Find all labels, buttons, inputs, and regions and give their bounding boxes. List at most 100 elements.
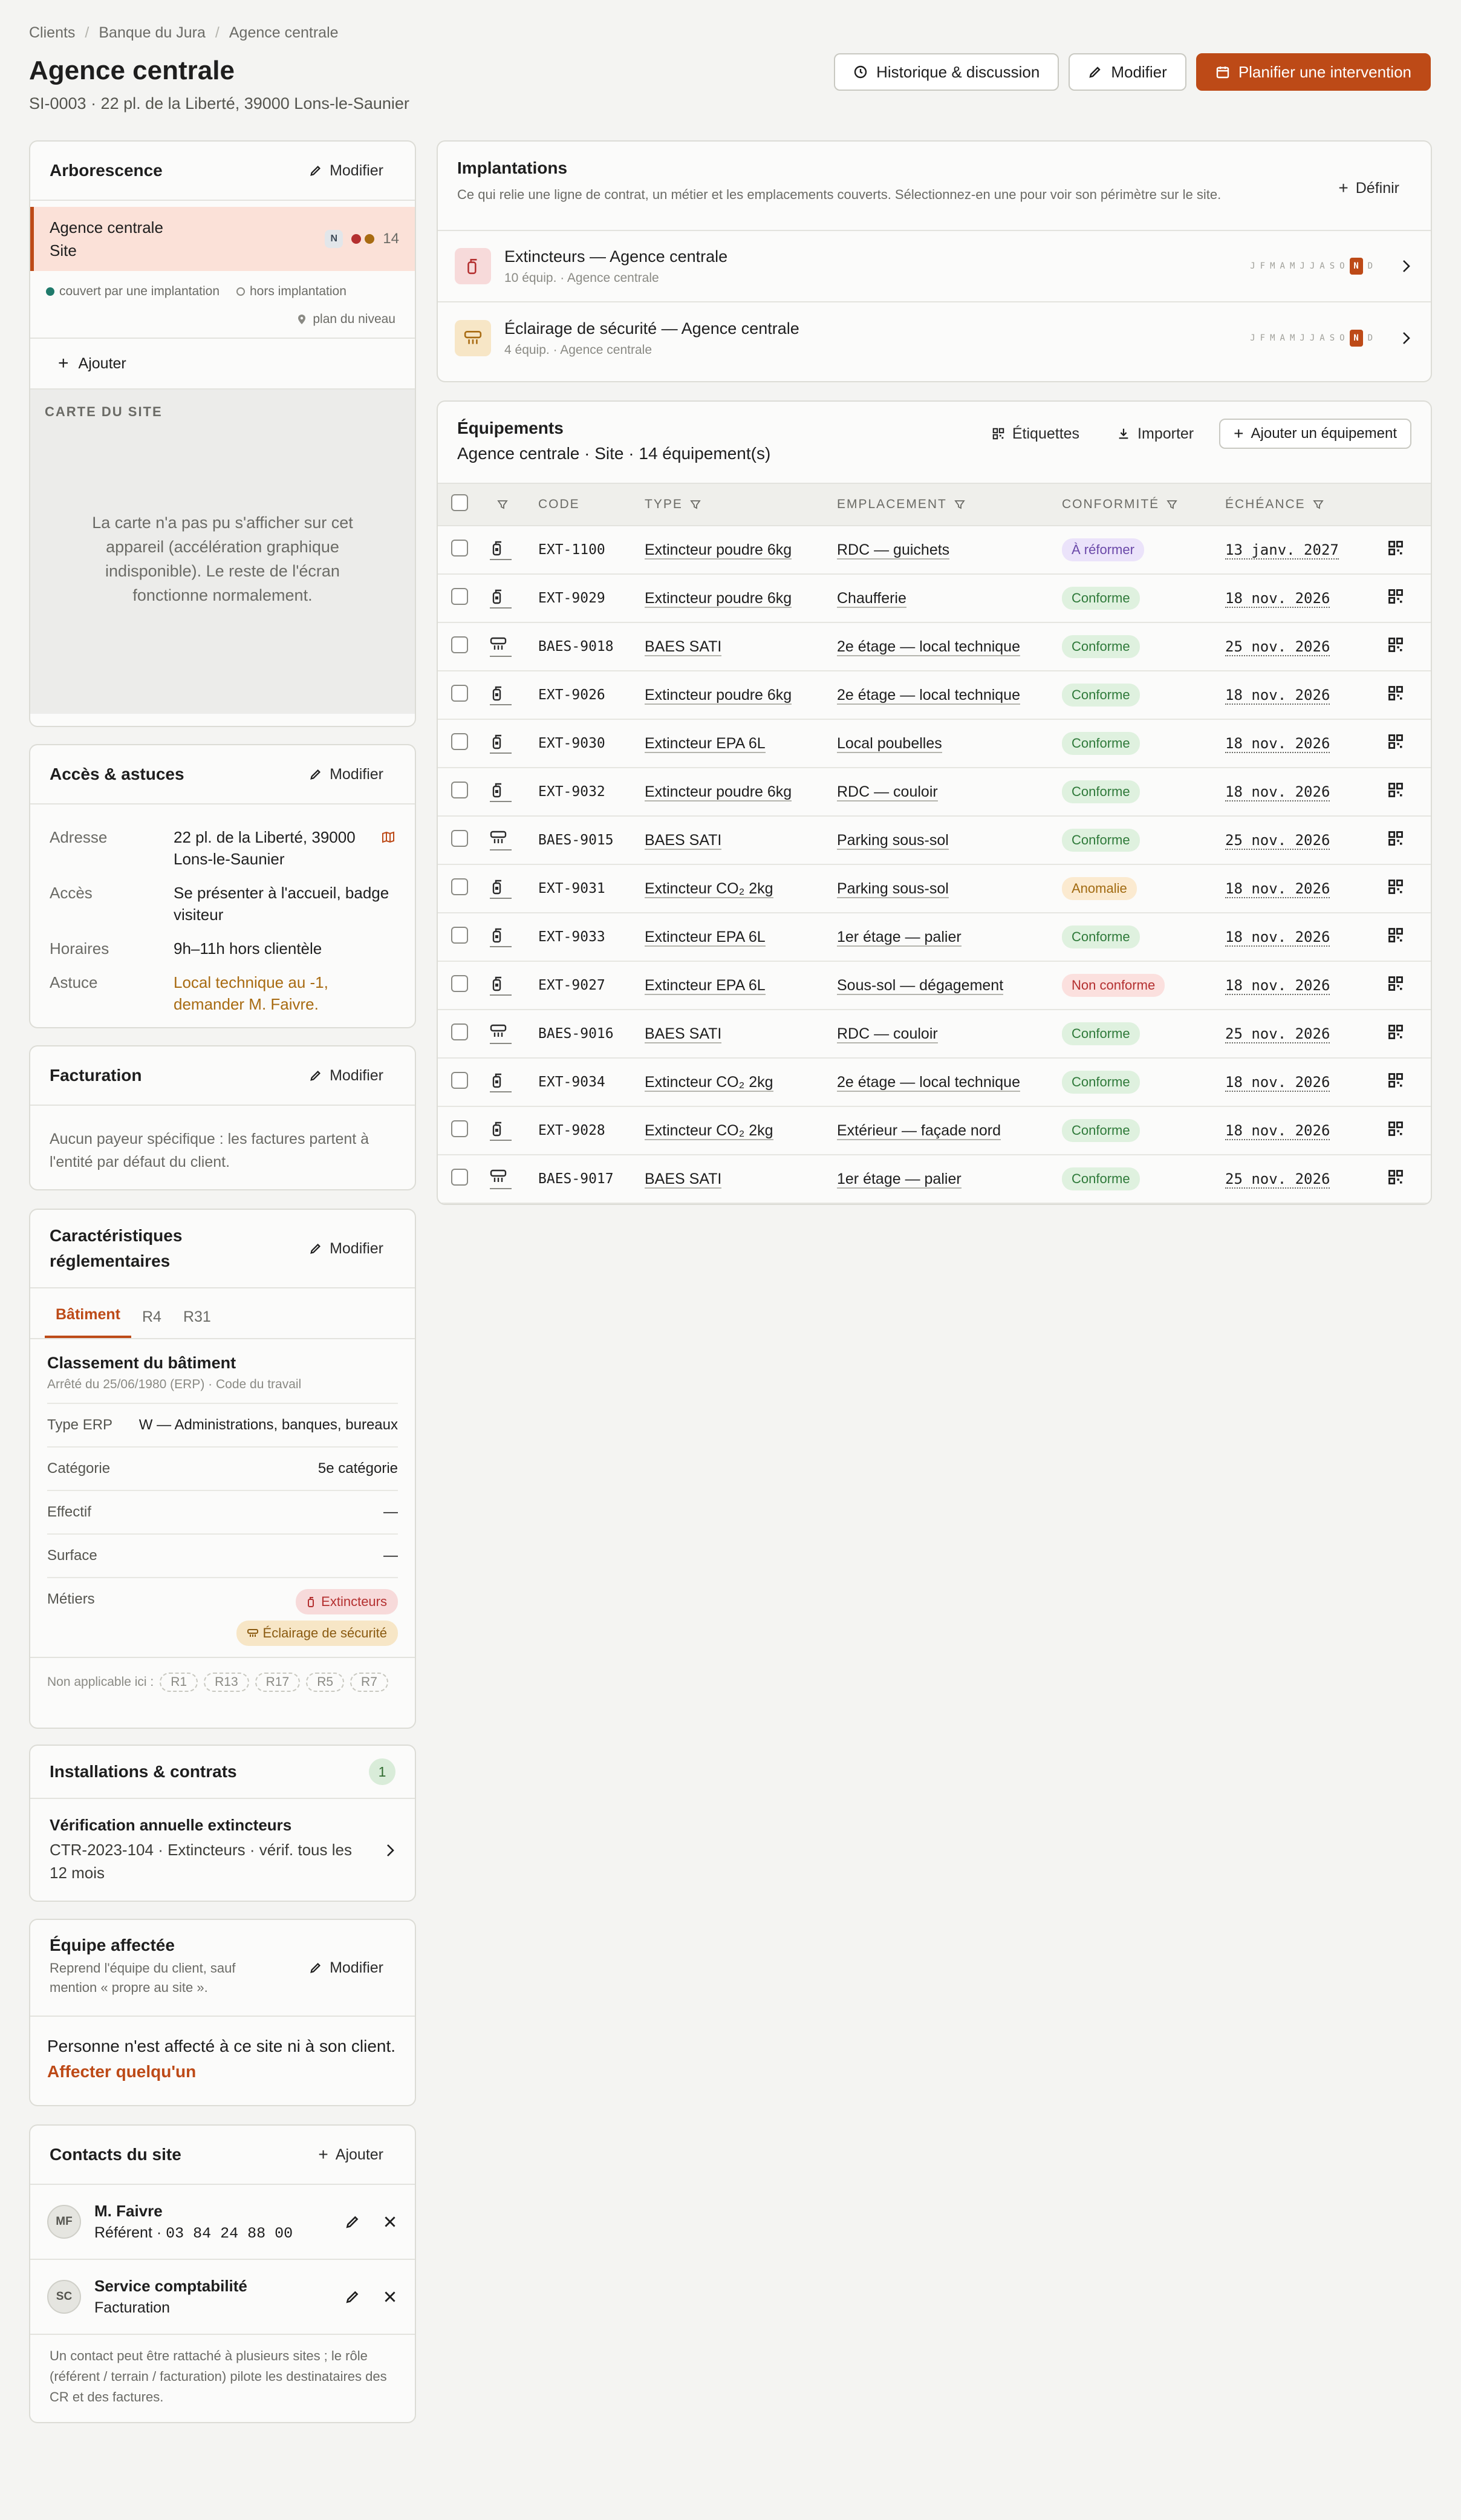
equipment-due-date[interactable]: 18 nov. 2026 [1225, 929, 1330, 947]
equipment-location[interactable]: Parking sous-sol [837, 831, 949, 850]
table-row[interactable]: BAES-9015 BAES SATI Parking sous-sol Con… [438, 816, 1431, 864]
col-due[interactable]: ÉCHÉANCE [1215, 483, 1361, 526]
assign-link[interactable]: Affecter quelqu'un [47, 2062, 196, 2081]
equipment-type[interactable]: BAES SATI [645, 638, 722, 656]
equipment-due-date[interactable]: 18 nov. 2026 [1225, 735, 1330, 753]
team-edit-button[interactable]: Modifier [297, 1953, 395, 1983]
reg-edit-button[interactable]: Modifier [297, 1234, 395, 1264]
edit-site-button[interactable]: Modifier [1069, 53, 1186, 91]
implantation-row[interactable]: Extincteurs — Agence centrale 10 équip. … [438, 231, 1431, 302]
access-edit-button[interactable]: Modifier [297, 760, 395, 789]
equipment-location[interactable]: 1er étage — palier [837, 928, 962, 947]
filter-icon[interactable] [954, 499, 965, 510]
equipment-type[interactable]: Extincteur poudre 6kg [645, 783, 792, 801]
equipment-type[interactable]: Extincteur poudre 6kg [645, 686, 792, 705]
equipment-type[interactable]: Extincteur poudre 6kg [645, 541, 792, 560]
qr-icon[interactable] [1387, 1169, 1404, 1186]
row-checkbox[interactable] [451, 636, 468, 653]
equipment-location[interactable]: 2e étage — local technique [837, 686, 1020, 705]
equipment-due-date[interactable]: 25 nov. 2026 [1225, 1025, 1330, 1043]
equipment-due-date[interactable]: 25 nov. 2026 [1225, 1170, 1330, 1189]
qr-icon[interactable] [1387, 540, 1404, 557]
equipment-type[interactable]: Extincteur CO₂ 2kg [645, 880, 773, 898]
row-checkbox[interactable] [451, 1120, 468, 1137]
col-type[interactable]: TYPE [635, 483, 827, 526]
history-button[interactable]: Historique & discussion [834, 53, 1059, 91]
equipment-due-date[interactable]: 18 nov. 2026 [1225, 977, 1330, 995]
row-checkbox[interactable] [451, 781, 468, 798]
contact-phone[interactable]: 03 84 24 88 00 [166, 2225, 293, 2242]
qr-icon[interactable] [1387, 878, 1404, 895]
tree-item-site[interactable]: Agence centrale Site N 14 [30, 207, 415, 271]
row-checkbox[interactable] [451, 1168, 468, 1186]
plan-intervention-button[interactable]: Planifier une intervention [1196, 53, 1431, 91]
impl-define-button[interactable]: + Définir [1326, 172, 1411, 204]
equipment-location[interactable]: RDC — couloir [837, 1025, 938, 1043]
qr-icon[interactable] [1387, 588, 1404, 605]
tab-r31[interactable]: R31 [172, 1308, 222, 1338]
equipment-due-date[interactable]: 25 nov. 2026 [1225, 638, 1330, 656]
equipment-type[interactable]: Extincteur CO₂ 2kg [645, 1121, 773, 1140]
equipment-due-date[interactable]: 18 nov. 2026 [1225, 783, 1330, 801]
table-row[interactable]: EXT-9026 Extincteur poudre 6kg 2e étage … [438, 671, 1431, 719]
equipment-type[interactable]: Extincteur EPA 6L [645, 928, 766, 947]
row-checkbox[interactable] [451, 587, 468, 605]
qr-icon[interactable] [1387, 636, 1404, 653]
table-row[interactable]: EXT-9030 Extincteur EPA 6L Local poubell… [438, 719, 1431, 768]
qr-icon[interactable] [1387, 1023, 1404, 1040]
row-checkbox[interactable] [451, 684, 468, 702]
tree-edit-button[interactable]: Modifier [297, 156, 395, 186]
qr-icon[interactable] [1387, 927, 1404, 944]
map-icon[interactable] [381, 830, 395, 844]
qr-icon[interactable] [1387, 685, 1404, 702]
table-row[interactable]: EXT-9034 Extincteur CO₂ 2kg 2e étage — l… [438, 1058, 1431, 1106]
table-row[interactable]: BAES-9018 BAES SATI 2e étage — local tec… [438, 622, 1431, 671]
equipment-location[interactable]: Parking sous-sol [837, 880, 949, 898]
equipment-location[interactable]: RDC — couloir [837, 783, 938, 801]
table-row[interactable]: EXT-1100 Extincteur poudre 6kg RDC — gui… [438, 526, 1431, 574]
contract-row[interactable]: Vérification annuelle extincteurs CTR-20… [30, 1799, 415, 1901]
table-row[interactable]: EXT-9033 Extincteur EPA 6L 1er étage — p… [438, 913, 1431, 961]
table-row[interactable]: EXT-9032 Extincteur poudre 6kg RDC — cou… [438, 768, 1431, 816]
row-checkbox[interactable] [451, 539, 468, 557]
equipment-location[interactable]: Local poubelles [837, 734, 942, 753]
equipment-due-date[interactable]: 18 nov. 2026 [1225, 590, 1330, 608]
row-checkbox[interactable] [451, 829, 468, 847]
filter-icon[interactable] [1312, 499, 1324, 510]
row-checkbox[interactable] [451, 878, 468, 895]
col-code[interactable]: CODE [529, 483, 635, 526]
row-checkbox[interactable] [451, 733, 468, 750]
equipment-location[interactable]: RDC — guichets [837, 541, 950, 560]
select-all-checkbox[interactable] [451, 494, 468, 511]
equipment-location[interactable]: 1er étage — palier [837, 1170, 962, 1189]
tab-r4[interactable]: R4 [131, 1308, 172, 1338]
add-equipment-button[interactable]: + Ajouter un équipement [1219, 419, 1411, 449]
qr-icon[interactable] [1387, 975, 1404, 992]
tree-add-button[interactable]: + Ajouter [30, 339, 415, 390]
equipment-type[interactable]: BAES SATI [645, 1170, 722, 1189]
equipment-location[interactable]: Extérieur — façade nord [837, 1121, 1001, 1140]
implantation-row[interactable]: Éclairage de sécurité — Agence centrale … [438, 302, 1431, 374]
table-row[interactable]: BAES-9016 BAES SATI RDC — couloir Confor… [438, 1010, 1431, 1058]
equipment-due-date[interactable]: 25 nov. 2026 [1225, 832, 1330, 850]
equipment-location[interactable]: 2e étage — local technique [837, 1073, 1020, 1092]
equipment-due-date[interactable]: 13 janv. 2027 [1225, 541, 1339, 560]
contacts-add-button[interactable]: + Ajouter [306, 2139, 395, 2170]
pencil-icon[interactable] [345, 2289, 360, 2305]
equipment-location[interactable]: 2e étage — local technique [837, 638, 1020, 656]
qr-icon[interactable] [1387, 782, 1404, 798]
equipment-type[interactable]: BAES SATI [645, 1025, 722, 1043]
qr-icon[interactable] [1387, 830, 1404, 847]
filter-icon[interactable] [690, 499, 701, 510]
equipment-type[interactable]: Extincteur EPA 6L [645, 976, 766, 995]
equipment-type[interactable]: Extincteur EPA 6L [645, 734, 766, 753]
col-compliance[interactable]: CONFORMITÉ [1052, 483, 1215, 526]
equipment-due-date[interactable]: 18 nov. 2026 [1225, 687, 1330, 705]
breadcrumb-clients[interactable]: Clients [29, 24, 75, 42]
equipment-type[interactable]: BAES SATI [645, 831, 722, 850]
table-row[interactable]: EXT-9031 Extincteur CO₂ 2kg Parking sous… [438, 864, 1431, 913]
labels-button[interactable]: Étiquettes [980, 419, 1092, 449]
table-row[interactable]: EXT-9029 Extincteur poudre 6kg Chaufferi… [438, 574, 1431, 622]
tab-batiment[interactable]: Bâtiment [45, 1306, 131, 1338]
equipment-location[interactable]: Sous-sol — dégagement [837, 976, 1004, 995]
